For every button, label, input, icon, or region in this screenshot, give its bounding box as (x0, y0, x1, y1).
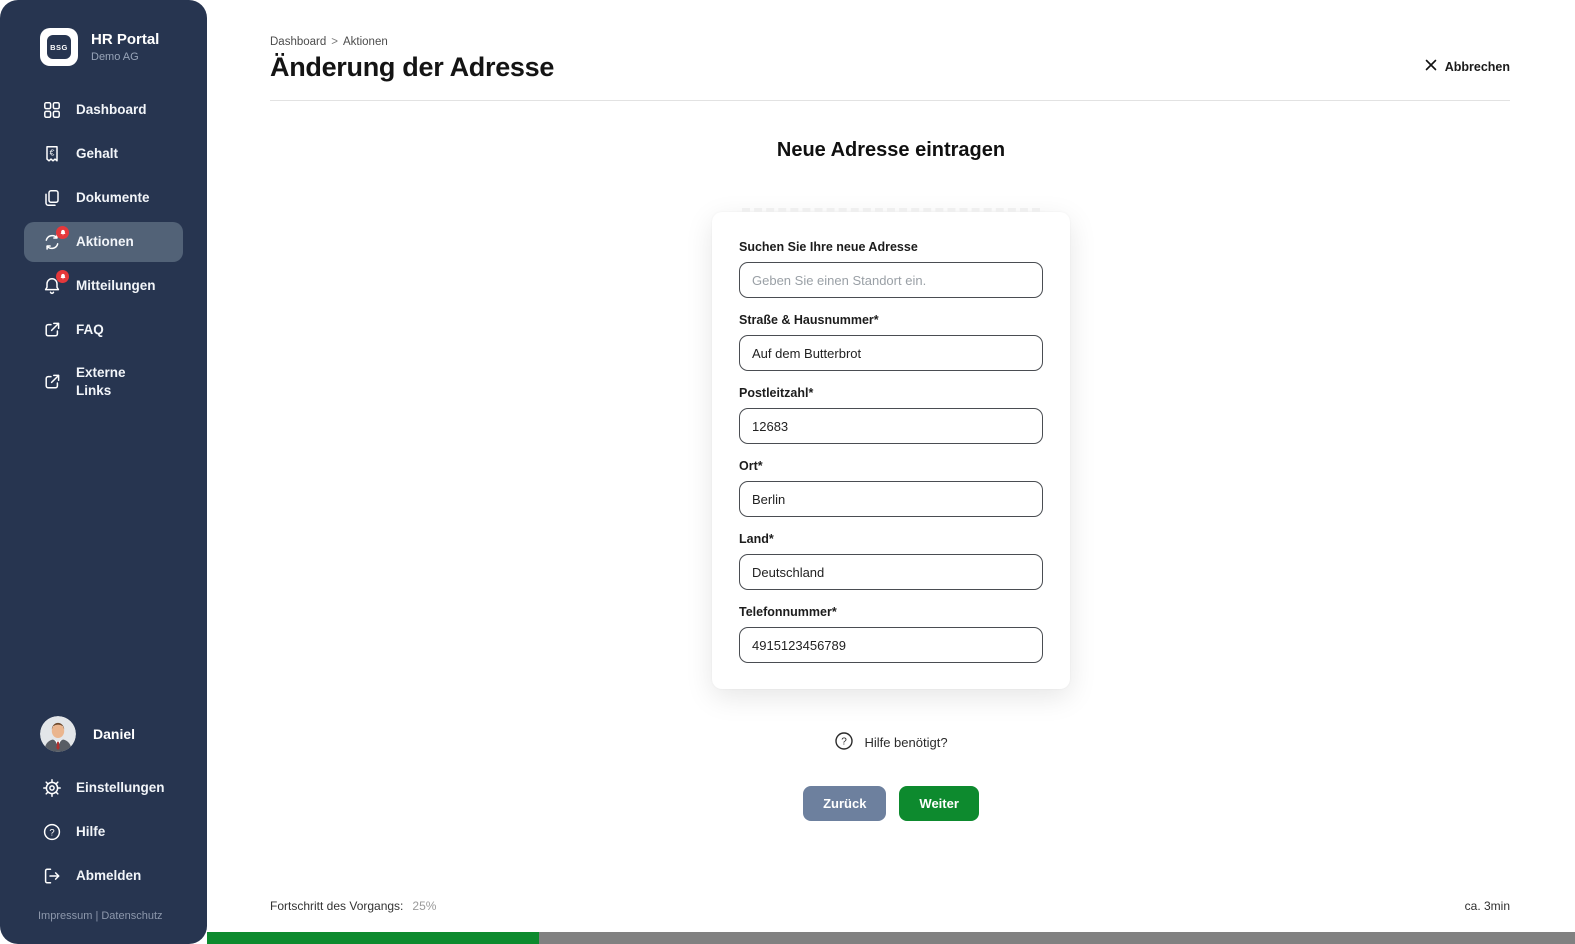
progress-text: Fortschritt des Vorgangs: 25% (270, 899, 436, 913)
help-link[interactable]: ? Hilfe benötigt? (207, 731, 1575, 754)
sidebar-item-label: Hilfe (76, 823, 105, 841)
question-circle-icon: ? (42, 822, 62, 842)
field-search-address: Suchen Sie Ihre neue Adresse (739, 240, 1043, 298)
breadcrumb-separator: > (331, 36, 338, 48)
progress-value: 25% (412, 899, 436, 913)
breadcrumb-aktionen[interactable]: Aktionen (343, 36, 388, 48)
user-name: Daniel (93, 726, 135, 742)
logo-text: BSG (47, 35, 71, 59)
form-heading: Neue Adresse eintragen (207, 139, 1575, 162)
logout-icon (42, 866, 62, 886)
sidebar-item-label: Gehalt (76, 145, 118, 163)
footer: Fortschritt des Vorgangs: 25% ca. 3min (270, 899, 1510, 913)
phone-input[interactable] (739, 627, 1043, 663)
field-phone: Telefonnummer* (739, 605, 1043, 663)
wizard-buttons: Zurück Weiter (207, 786, 1575, 821)
salary-receipt-icon: € (42, 144, 62, 164)
progress-fill (207, 932, 539, 944)
sidebar: BSG HR Portal Demo AG Dashboard € (0, 0, 207, 944)
postal-code-input[interactable] (739, 408, 1043, 444)
sidebar-item-label: Dokumente (76, 189, 150, 207)
street-input[interactable] (739, 335, 1043, 371)
app-subtitle: Demo AG (91, 51, 159, 63)
dashboard-grid-icon (42, 100, 62, 120)
sidebar-bottom: Daniel Einstellungen ? (0, 716, 207, 922)
field-label: Land* (739, 532, 1043, 546)
gear-icon (42, 778, 62, 798)
brand-text: HR Portal Demo AG (91, 31, 159, 63)
card-top-dashes (742, 208, 1040, 212)
documents-icon (42, 188, 62, 208)
country-input[interactable] (739, 554, 1043, 590)
eta-label: ca. 3min (1465, 899, 1510, 913)
legal-links[interactable]: Impressum | Datenschutz (0, 910, 207, 922)
field-city: Ort* (739, 459, 1043, 517)
sidebar-item-label: Aktionen (76, 233, 134, 251)
sidebar-nav: Dashboard € Gehalt Dokumente (0, 90, 207, 409)
field-street: Straße & Hausnummer* (739, 313, 1043, 371)
close-icon (1424, 58, 1438, 75)
question-glyph: ? (49, 827, 54, 838)
sidebar-item-label: Einstellungen (76, 779, 165, 797)
progress-label: Fortschritt des Vorgangs: (270, 899, 403, 913)
sidebar-item-faq[interactable]: FAQ (24, 310, 183, 350)
field-label: Straße & Hausnummer* (739, 313, 1043, 327)
progress-bar (207, 932, 1575, 944)
sidebar-item-hilfe[interactable]: ? Hilfe (24, 812, 183, 852)
external-link-icon (42, 372, 62, 392)
address-form-card: Suchen Sie Ihre neue Adresse Straße & Ha… (712, 212, 1070, 689)
cancel-label: Abbrechen (1445, 60, 1510, 74)
app-title: HR Portal (91, 31, 159, 48)
sidebar-item-einstellungen[interactable]: Einstellungen (24, 768, 183, 808)
app-logo: BSG (40, 28, 78, 66)
field-label: Telefonnummer* (739, 605, 1043, 619)
field-label: Postleitzahl* (739, 386, 1043, 400)
field-postal-code: Postleitzahl* (739, 386, 1043, 444)
breadcrumb-dashboard[interactable]: Dashboard (270, 36, 326, 48)
brand: BSG HR Portal Demo AG (0, 0, 207, 66)
avatar (40, 716, 76, 752)
sidebar-item-externe-links[interactable]: Externe Links (24, 354, 183, 409)
back-button[interactable]: Zurück (803, 786, 886, 821)
bell-icon (42, 276, 62, 296)
sidebar-item-dokumente[interactable]: Dokumente (24, 178, 183, 218)
actions-cycle-icon (42, 232, 62, 252)
header-divider (270, 100, 1510, 101)
sidebar-item-label: Mitteilungen (76, 277, 156, 295)
notification-badge (56, 226, 69, 239)
sidebar-item-label: Dashboard (76, 101, 147, 119)
euro-glyph: € (50, 147, 55, 157)
search-address-input[interactable] (739, 262, 1043, 298)
cancel-button[interactable]: Abbrechen (1424, 58, 1510, 75)
external-link-icon (42, 320, 62, 340)
question-circle-icon: ? (834, 731, 854, 754)
sidebar-item-label: Abmelden (76, 867, 141, 885)
sidebar-item-dashboard[interactable]: Dashboard (24, 90, 183, 130)
notification-badge (56, 270, 69, 283)
city-input[interactable] (739, 481, 1043, 517)
sidebar-item-gehalt[interactable]: € Gehalt (24, 134, 183, 174)
sidebar-item-abmelden[interactable]: Abmelden (24, 856, 183, 896)
sidebar-item-label: FAQ (76, 321, 104, 339)
help-label: Hilfe benötigt? (864, 735, 947, 750)
field-label: Ort* (739, 459, 1043, 473)
next-button[interactable]: Weiter (899, 786, 979, 821)
sidebar-item-label: Externe Links (76, 364, 138, 399)
sidebar-bottom-nav: Einstellungen ? Hilfe A (0, 768, 207, 896)
sidebar-item-mitteilungen[interactable]: Mitteilungen (24, 266, 183, 306)
question-glyph: ? (842, 737, 848, 748)
page-title: Änderung der Adresse (270, 52, 554, 83)
field-label: Suchen Sie Ihre neue Adresse (739, 240, 1043, 254)
user-profile[interactable]: Daniel (0, 716, 207, 752)
sidebar-item-aktionen[interactable]: Aktionen (24, 222, 183, 262)
field-country: Land* (739, 532, 1043, 590)
breadcrumb: Dashboard > Aktionen (270, 36, 388, 48)
